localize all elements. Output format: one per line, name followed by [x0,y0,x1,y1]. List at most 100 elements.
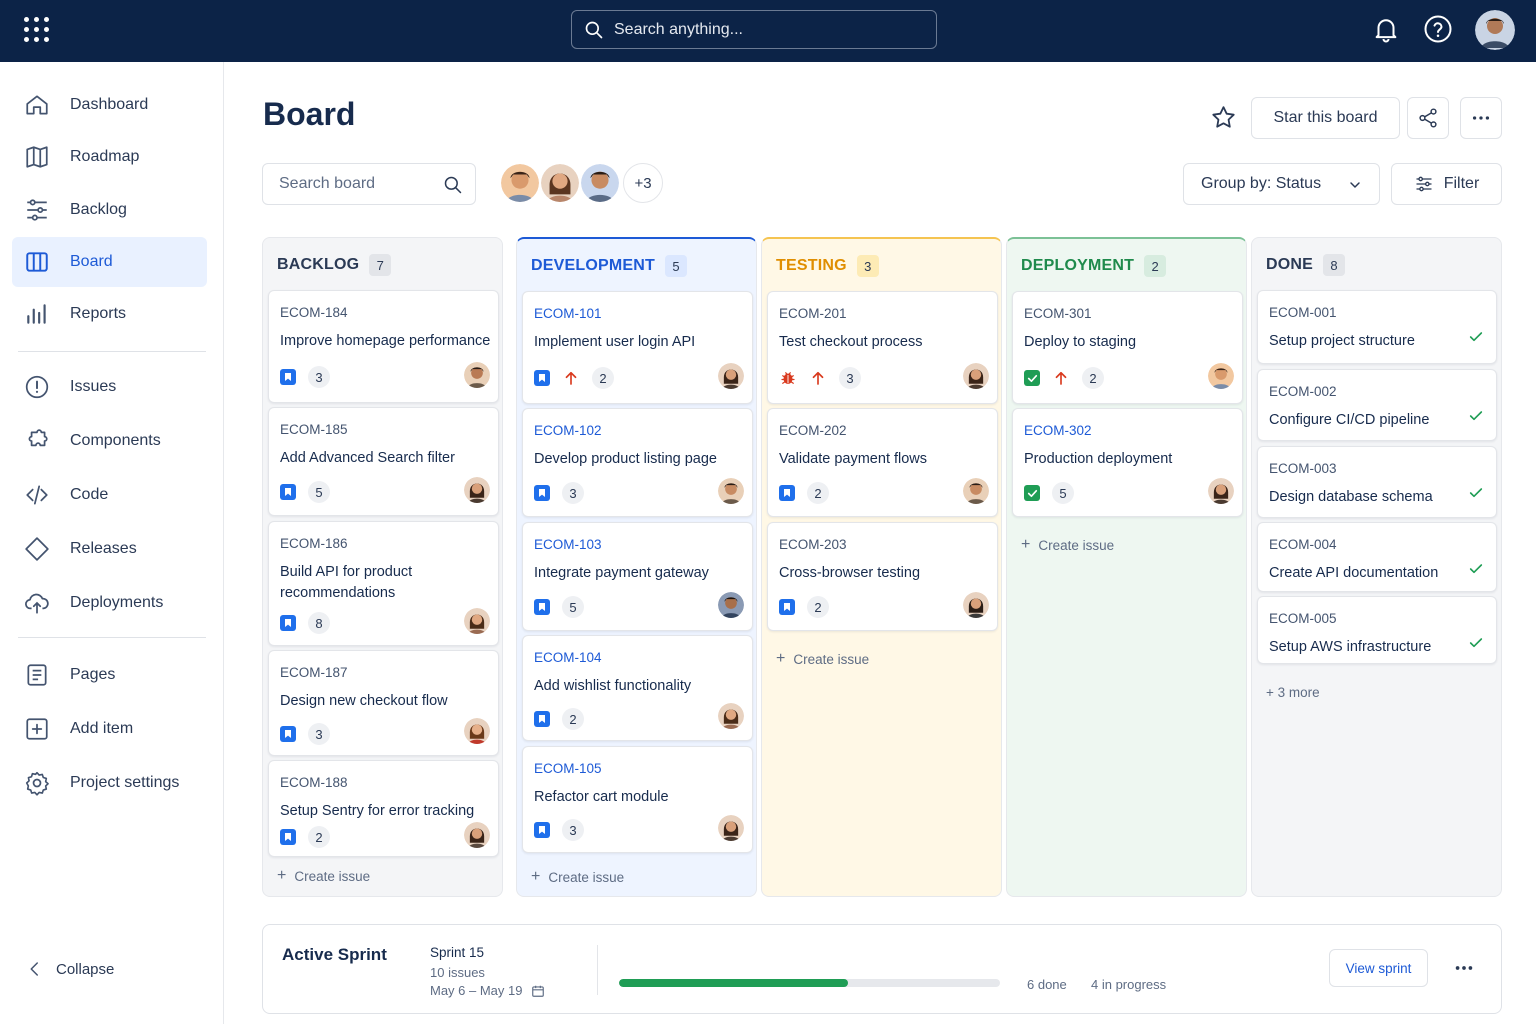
sidebar-item-code[interactable]: Code [12,470,207,520]
issue-card[interactable]: ECOM-302 Production deployment 5 [1012,408,1243,517]
assignee-avatar[interactable] [1208,478,1234,504]
global-search-input[interactable]: Search anything... [571,10,937,49]
collapse-sidebar-button[interactable]: Collapse [26,960,114,978]
backlog-icon [27,199,47,221]
issue-card[interactable]: ECOM-105 Refactor cart module 3 [522,746,753,853]
issue-card[interactable]: ECOM-102 Develop product listing page 3 [522,408,753,517]
issue-card[interactable]: ECOM-203 Cross-browser testing 2 [767,522,998,631]
issue-card[interactable]: ECOM-188 Setup Sentry for error tracking… [268,760,499,857]
assignee-avatar[interactable] [718,592,744,618]
filter-icon [1416,176,1432,192]
issue-title: Setup AWS infrastructure [1269,639,1432,655]
assignee-avatar[interactable] [718,363,744,389]
view-sprint-button[interactable]: View sprint [1329,949,1428,987]
issue-card[interactable]: ECOM-187 Design new checkout flow 3 [268,650,499,756]
assignee-avatar[interactable] [464,822,490,848]
create-issue-button[interactable]: + Create issue [277,867,370,885]
board-search-input[interactable]: Search board [262,163,476,205]
issue-meta: 3 [280,723,330,745]
issue-card[interactable]: ECOM-202 Validate payment flows 2 [767,408,998,517]
assignee-avatar[interactable] [1208,363,1234,389]
member-avatar[interactable] [539,162,581,204]
issue-title: Test checkout process [779,334,923,350]
more-horizontal-icon[interactable] [1453,959,1475,977]
filter-button[interactable]: Filter [1391,163,1502,205]
board-search-placeholder: Search board [279,175,376,192]
story-icon [534,822,550,838]
sprint-date-range: May 6 – May 19 [430,983,523,998]
sidebar-item-label: Backlog [70,201,127,218]
more-options-button[interactable] [1460,97,1502,139]
bell-icon[interactable] [1371,14,1401,44]
help-icon[interactable] [1423,14,1453,44]
sidebar-item-roadmap[interactable]: Roadmap [12,132,207,182]
assignee-avatar[interactable] [963,363,989,389]
sidebar-item-issues[interactable]: Issues [12,362,207,412]
issue-card[interactable]: ECOM-001 Setup project structure [1257,290,1497,364]
issue-card[interactable]: ECOM-103 Integrate payment gateway 5 [522,522,753,631]
assignee-avatar[interactable] [464,362,490,388]
group-by-select[interactable]: Group by: Status [1183,163,1380,205]
sidebar-item-reports[interactable]: Reports [12,289,207,339]
global-search-placeholder: Search anything... [614,20,743,38]
task-check-icon [1024,370,1040,386]
issue-card[interactable]: ECOM-004 Create API documentation [1257,522,1497,592]
sidebar-item-components[interactable]: Components [12,416,207,466]
issue-meta: 2 [779,596,829,618]
issue-card[interactable]: ECOM-101 Implement user login API 2 [522,291,753,404]
sidebar-item-add-item[interactable]: Add item [12,704,207,754]
assignee-avatar[interactable] [718,478,744,504]
issue-card[interactable]: ECOM-003 Design database schema [1257,446,1497,518]
column-title: DONE [1266,256,1314,273]
create-issue-button[interactable]: + Create issue [531,868,624,886]
share-button[interactable] [1407,97,1449,139]
issue-card[interactable]: ECOM-186 Build API for product recommend… [268,521,499,646]
issue-card[interactable]: ECOM-104 Add wishlist functionality 2 [522,635,753,741]
puzzle-icon [28,429,48,447]
sidebar-item-board[interactable]: Board [12,237,207,287]
top-bar: Search anything... [0,0,1536,62]
sidebar-item-label: Code [70,486,109,503]
sidebar-item-deployments[interactable]: Deployments [12,578,207,628]
sidebar-item-releases[interactable]: Releases [12,524,207,574]
column-count: 5 [665,255,687,277]
assignee-avatar[interactable] [464,608,490,634]
issue-title: Implement user login API [534,334,696,350]
assignee-avatar[interactable] [718,815,744,841]
create-issue-button[interactable]: + Create issue [776,650,869,668]
issue-title: Production deployment [1024,451,1173,467]
issue-title: Setup project structure [1269,333,1415,349]
user-avatar[interactable] [1475,10,1515,50]
assignee-avatar[interactable] [464,477,490,503]
issue-card[interactable]: ECOM-301 Deploy to staging 2 [1012,291,1243,404]
issue-card[interactable]: ECOM-201 Test checkout process 3 [767,291,998,404]
show-more-link[interactable]: + 3 more [1266,685,1320,700]
create-issue-button[interactable]: + Create issue [1021,536,1114,554]
sprint-progress-fill [619,979,848,987]
assignee-avatar[interactable] [464,718,490,744]
sidebar-item-pages[interactable]: Pages [12,650,207,700]
issue-card[interactable]: ECOM-002 Configure CI/CD pipeline [1257,369,1497,441]
page-icon [27,664,47,686]
member-avatar[interactable] [499,162,541,204]
sidebar-item-backlog[interactable]: Backlog [12,185,207,235]
assignee-avatar[interactable] [963,478,989,504]
story-points: 2 [308,826,330,848]
issue-card[interactable]: ECOM-005 Setup AWS infrastructure [1257,596,1497,664]
assignee-avatar[interactable] [963,592,989,618]
issue-meta: 5 [280,481,330,503]
star-icon[interactable] [1210,104,1237,131]
member-overflow-count[interactable]: +3 [623,163,663,203]
sidebar-item-project-settings[interactable]: Project settings [12,758,207,808]
issue-card[interactable]: ECOM-185 Add Advanced Search filter 5 [268,407,499,516]
sprint-divider [597,945,598,995]
board-icon [26,252,48,272]
issue-key: ECOM-002 [1269,384,1337,399]
sidebar-item-dashboard[interactable]: Dashboard [12,80,207,130]
issue-card[interactable]: ECOM-184 Improve homepage performance 3 [268,290,499,403]
assignee-avatar[interactable] [718,703,744,729]
story-icon [779,599,795,615]
app-switcher-icon[interactable] [24,17,50,43]
star-board-button[interactable]: Star this board [1251,97,1400,139]
member-avatar[interactable] [579,162,621,204]
